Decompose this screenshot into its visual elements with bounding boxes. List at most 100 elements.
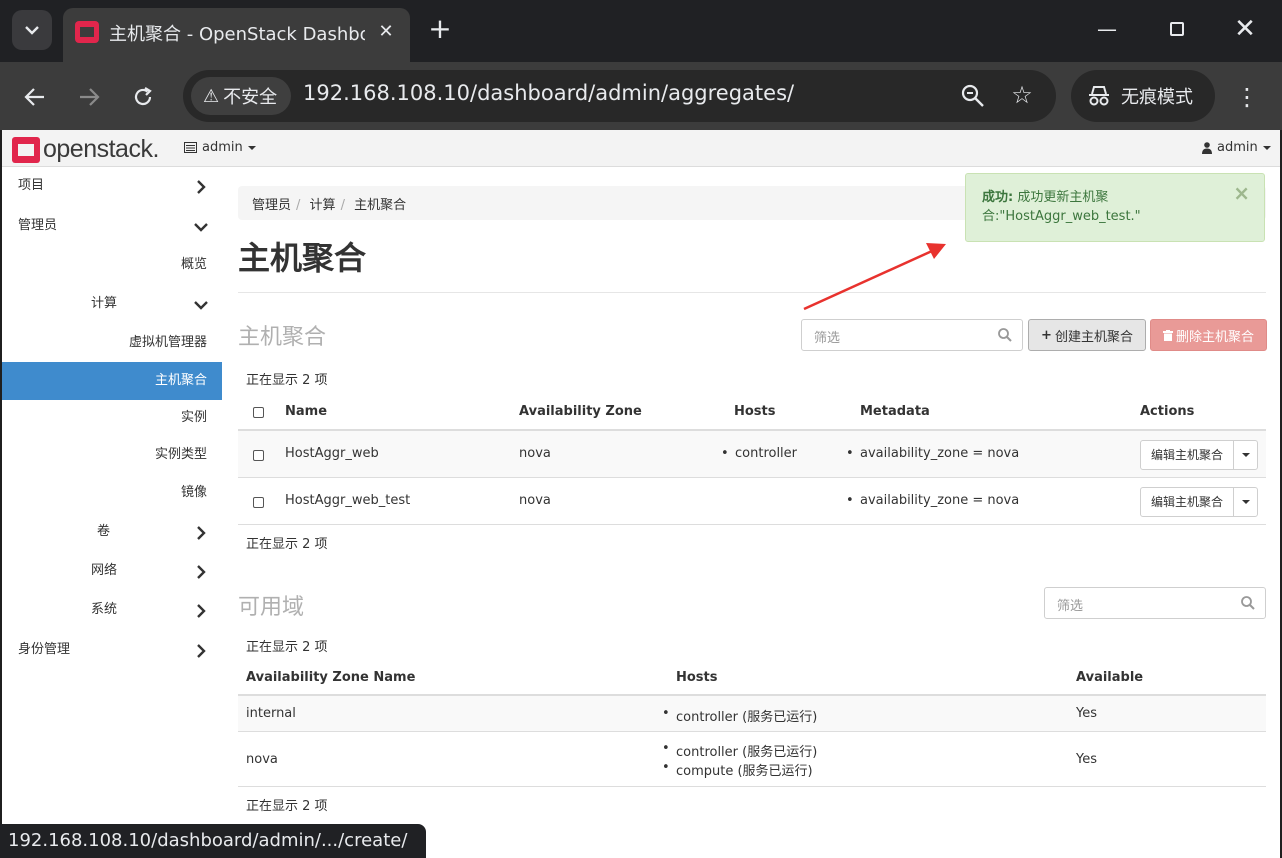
warning-triangle-icon: ⚠ (203, 85, 220, 107)
column-header[interactable]: Available (1076, 670, 1143, 685)
breadcrumb-item-current: 主机聚合 (354, 198, 407, 213)
column-header[interactable]: Availability Zone Name (246, 670, 415, 685)
tab-search-button[interactable] (12, 10, 52, 50)
title-divider (238, 292, 1266, 293)
sidebar-item-label: 管理员 (18, 218, 58, 233)
reload-button[interactable] (124, 78, 162, 116)
alert-message-line1: 成功更新主机聚 (1017, 190, 1109, 205)
zone-available: Yes (1076, 752, 1097, 767)
zone-host: controller (服务已运行) (662, 741, 817, 760)
window-maximize-button[interactable] (1160, 12, 1194, 46)
sidebar-item-label: 系统 (91, 602, 118, 617)
search-icon[interactable] (997, 327, 1013, 343)
column-header[interactable]: Hosts (734, 404, 776, 419)
forward-button[interactable] (70, 78, 108, 116)
breadcrumb-item[interactable]: 计算 (310, 198, 336, 213)
aggregate-metadata: availability_zone = nova (846, 446, 1019, 461)
caret-down-icon (1262, 145, 1271, 150)
zones-table: Availability Zone Name Hosts Available i… (238, 659, 1266, 789)
row-actions-dropdown[interactable] (1234, 441, 1258, 469)
sidebar-item-compute[interactable]: 计算 (91, 285, 117, 323)
column-header[interactable]: Availability Zone (519, 404, 642, 419)
back-arrow-icon (24, 88, 44, 106)
button-label: 创建主机聚合 (1054, 329, 1133, 345)
column-header[interactable]: Metadata (860, 404, 930, 419)
aggregates-table: Name Availability Zone Hosts Metadata Ac… (238, 393, 1266, 525)
delete-aggregate-button[interactable]: 删除主机聚合 (1150, 319, 1267, 351)
select-all-checkbox[interactable] (253, 407, 264, 418)
success-alert: 成功: 成功更新主机聚 合:"HostAggr_web_test." × (965, 173, 1265, 242)
sidebar-item-system[interactable]: 系统 (91, 591, 117, 629)
aggregates-filter-input[interactable]: 筛选 (801, 319, 1023, 351)
sidebar-item-label: 网络 (91, 563, 118, 578)
new-tab-button[interactable]: + (424, 14, 456, 46)
sidebar-item-volumes[interactable]: 卷 (97, 513, 110, 551)
browser-menu-button[interactable]: ⋮ (1232, 78, 1262, 116)
column-header[interactable]: Hosts (676, 670, 718, 685)
chevron-right-icon (197, 604, 206, 618)
window-close-button[interactable]: ✕ (1228, 12, 1262, 46)
aggregate-zone: nova (519, 493, 551, 508)
breadcrumb-item[interactable]: 管理员 (252, 198, 291, 213)
sidebar-item-label: 镜像 (181, 485, 208, 500)
chevron-right-icon (197, 526, 206, 540)
zones-filter-input[interactable]: 筛选 (1044, 587, 1266, 619)
aggregates-section-title: 主机聚合 (238, 325, 327, 350)
sidebar-item-overview[interactable]: 概览 (181, 246, 207, 284)
incognito-indicator[interactable]: 无痕模式 (1071, 70, 1215, 122)
openstack-logo[interactable]: openstack. (12, 135, 159, 164)
tab-title: 主机聚合 - OpenStack Dashboard (109, 24, 365, 45)
tab-close-icon[interactable]: ✕ (373, 19, 399, 45)
back-button[interactable] (16, 78, 54, 116)
project-dropdown[interactable]: admin (184, 140, 256, 155)
sidebar-item-project[interactable]: 项目 (18, 167, 44, 205)
openstack-logo-icon (12, 136, 40, 163)
row-actions-dropdown[interactable] (1234, 488, 1258, 516)
zoom-icon[interactable] (959, 82, 987, 110)
create-aggregate-button[interactable]: + 创建主机聚合 (1028, 319, 1146, 351)
alert-close-icon[interactable]: × (1233, 183, 1250, 203)
zone-available: Yes (1076, 706, 1097, 721)
zones-count-top: 正在显示 2 项 (246, 640, 328, 655)
sidebar-item-admin[interactable]: 管理员 (18, 207, 57, 245)
sidebar-item-aggregates[interactable]: 主机聚合 (155, 362, 207, 400)
bookmark-star-icon[interactable]: ☆ (1007, 80, 1037, 110)
sidebar-item-flavors[interactable]: 实例类型 (155, 436, 207, 474)
sidebar-item-hypervisors[interactable]: 虚拟机管理器 (129, 324, 207, 362)
column-header[interactable]: Name (285, 404, 327, 419)
aggregate-name: HostAggr_web (285, 446, 379, 461)
sidebar-item-label: 主机聚合 (155, 373, 208, 388)
sidebar-item-label: 计算 (91, 296, 118, 311)
chevron-down-icon (194, 301, 208, 310)
sidebar-item-instances[interactable]: 实例 (181, 399, 207, 437)
aggregate-name: HostAggr_web_test (285, 493, 411, 508)
browser-status-bar: 192.168.108.10/dashboard/admin/.../creat… (0, 824, 426, 858)
caret-down-icon (1242, 453, 1250, 457)
chevron-right-icon (197, 180, 206, 194)
plus-icon: + (1041, 327, 1052, 343)
logo-text: openstack. (43, 135, 159, 163)
zones-section-title: 可用域 (238, 595, 305, 620)
sidebar-item-identity[interactable]: 身份管理 (18, 631, 70, 669)
chevron-right-icon (197, 644, 206, 658)
sidebar-item-label: 虚拟机管理器 (129, 335, 208, 350)
search-icon[interactable] (1240, 595, 1256, 611)
sidebar-item-network[interactable]: 网络 (91, 552, 117, 590)
url-text[interactable]: 192.168.108.10/dashboard/admin/aggregate… (303, 81, 794, 105)
user-icon (1202, 141, 1212, 154)
project-name: admin (202, 140, 243, 155)
column-header: Actions (1140, 404, 1195, 419)
table-row: HostAggr_web_test nova availability_zone… (238, 478, 1266, 525)
user-dropdown[interactable]: admin (1202, 140, 1271, 155)
table-row: internal controller (服务已运行) Yes (238, 696, 1266, 732)
browser-tab-active[interactable]: 主机聚合 - OpenStack Dashboard ✕ (63, 8, 410, 62)
table-row: HostAggr_web nova controller availabilit… (238, 431, 1266, 478)
address-bar[interactable]: ⚠ 不安全 192.168.108.10/dashboard/admin/agg… (183, 70, 1056, 122)
filter-placeholder: 筛选 (814, 331, 841, 346)
sidebar-item-images[interactable]: 镜像 (181, 474, 207, 512)
edit-aggregate-button[interactable]: 编辑主机聚合 (1141, 441, 1234, 469)
edit-aggregate-button[interactable]: 编辑主机聚合 (1141, 488, 1234, 516)
row-checkbox[interactable] (253, 497, 264, 508)
row-checkbox[interactable] (253, 450, 264, 461)
window-minimize-button[interactable]: — (1090, 12, 1124, 46)
